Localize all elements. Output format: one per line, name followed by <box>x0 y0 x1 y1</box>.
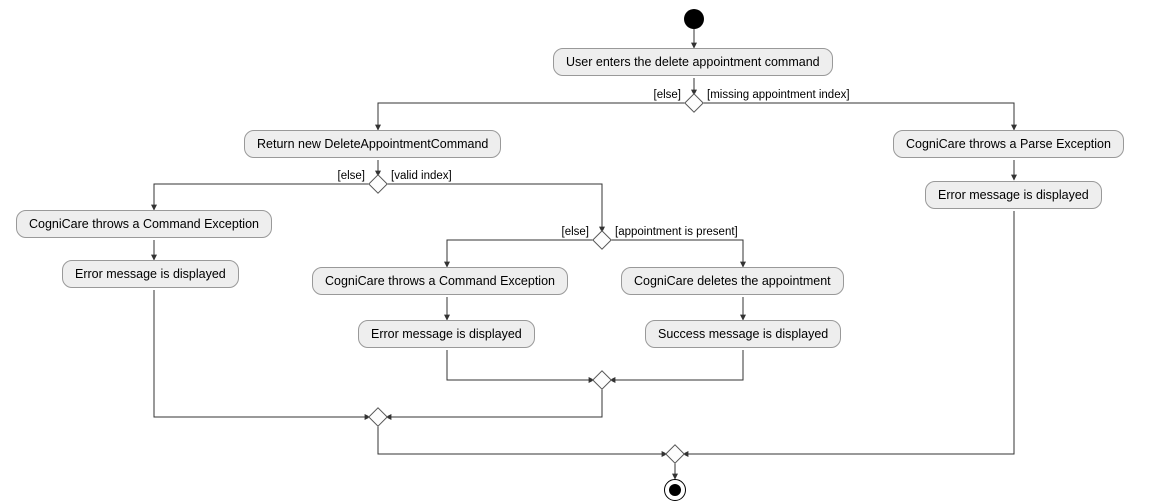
node-label: Error message is displayed <box>75 267 226 281</box>
guard-valid-index: [valid index] <box>391 170 452 182</box>
node-label: CogniCare deletes the appointment <box>634 274 831 288</box>
node-label: Success message is displayed <box>658 327 828 341</box>
node-label: CogniCare throws a Command Exception <box>29 217 259 231</box>
end-node <box>664 479 686 501</box>
node-label: CogniCare throws a Parse Exception <box>906 137 1111 151</box>
node-parse-error-msg: Error message is displayed <box>925 181 1102 209</box>
guard-else-3: [else] <box>562 226 590 238</box>
node-parse-exception: CogniCare throws a Parse Exception <box>893 130 1124 158</box>
node-label: Error message is displayed <box>938 188 1089 202</box>
node-label: User enters the delete appointment comma… <box>566 55 820 69</box>
guard-appt-present: [appointment is present] <box>615 226 738 238</box>
start-node <box>684 9 704 29</box>
guard-else-2: [else] <box>338 170 366 182</box>
node-return-cmd: Return new DeleteAppointmentCommand <box>244 130 501 158</box>
node-success-msg: Success message is displayed <box>645 320 841 348</box>
guard-else-1: [else] <box>654 89 682 101</box>
guard-missing-index: [missing appointment index] <box>707 89 850 101</box>
node-cmd-exception-mid: CogniCare throws a Command Exception <box>312 267 568 295</box>
node-start-action: User enters the delete appointment comma… <box>553 48 833 76</box>
node-cmd-exception-left-msg: Error message is displayed <box>62 260 239 288</box>
node-delete-appt: CogniCare deletes the appointment <box>621 267 844 295</box>
node-label: Error message is displayed <box>371 327 522 341</box>
node-label: Return new DeleteAppointmentCommand <box>257 137 488 151</box>
node-cmd-exception-mid-msg: Error message is displayed <box>358 320 535 348</box>
node-cmd-exception-left: CogniCare throws a Command Exception <box>16 210 272 238</box>
node-label: CogniCare throws a Command Exception <box>325 274 555 288</box>
